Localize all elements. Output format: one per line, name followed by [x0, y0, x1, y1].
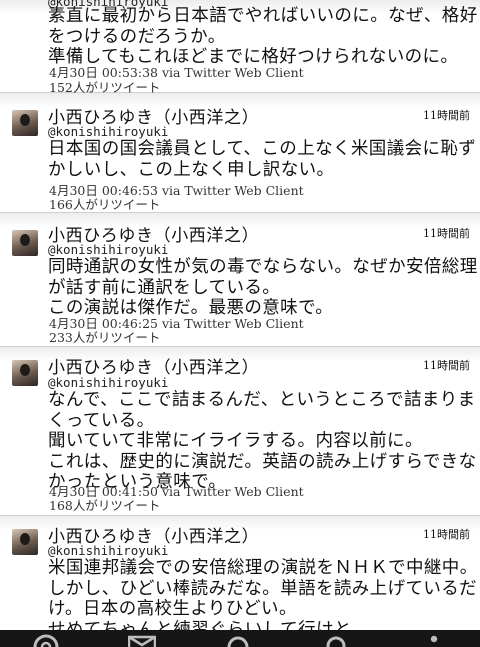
retweet-count: 166人がリツイート [49, 197, 161, 212]
tweet-handle[interactable]: @konishihiroyuki [48, 242, 168, 257]
tweet-text: 米国連邦議会での安倍総理の演説をＮＨＫで中継中。 しかし、ひどい棒読みだな。単語… [48, 558, 478, 640]
tweet-text: なんで、ここで詰まるんだ、というところで詰まりま くっている。 聞いていて非常に… [48, 390, 477, 492]
avatar[interactable] [12, 360, 38, 386]
profile-icon[interactable] [322, 634, 350, 647]
tweet-1[interactable]: @konishihiroyuki 素直に最初から日本語でやればいいのに。なぜ、格… [0, 0, 480, 95]
at-icon[interactable] [32, 634, 60, 647]
tweet-handle[interactable]: @konishihiroyuki [48, 124, 168, 139]
tweet-time-ago: 11時間前 [423, 528, 470, 541]
tweet-text: 素直に最初から日本語でやればいいのに。なぜ、格好 をつけるのだろうか。 準備して… [48, 6, 478, 67]
tweet-time-ago: 11時間前 [423, 109, 470, 122]
more-icon[interactable] [420, 634, 448, 647]
tweet-5[interactable]: 小西ひろゆき（小西洋之） 11時間前 @konishihiroyuki 米国連邦… [0, 516, 480, 640]
avatar[interactable] [12, 529, 38, 555]
tweet-time-ago: 11時間前 [423, 359, 470, 372]
retweet-count: 168人がリツイート [49, 498, 161, 513]
avatar[interactable] [12, 230, 38, 256]
tweet-handle[interactable]: @konishihiroyuki [48, 375, 168, 390]
search-icon[interactable] [226, 634, 254, 647]
tweet-time-ago: 11時間前 [423, 227, 470, 240]
tweet-handle[interactable]: @konishihiroyuki [48, 543, 168, 558]
mail-icon[interactable] [128, 634, 156, 647]
tweet-2[interactable]: 小西ひろゆき（小西洋之） 11時間前 @konishihiroyuki 日本国の… [0, 93, 480, 213]
tweet-text: 日本国の国会議員として、この上なく米国議会に恥ず かしいし、この上なく申し訳ない… [48, 139, 477, 180]
bottom-nav-bar [0, 630, 480, 647]
tweet-4[interactable]: 小西ひろゆき（小西洋之） 11時間前 @konishihiroyuki なんで、… [0, 347, 480, 516]
tweet-text: 同時通訳の女性が気の毒でならない。なぜか安倍総理 が話す前に通訳をしている。 こ… [48, 257, 478, 318]
avatar[interactable] [12, 110, 38, 136]
tweet-3[interactable]: 小西ひろゆき（小西洋之） 11時間前 @konishihiroyuki 同時通訳… [0, 213, 480, 347]
retweet-count: 233人がリツイート [49, 330, 161, 345]
